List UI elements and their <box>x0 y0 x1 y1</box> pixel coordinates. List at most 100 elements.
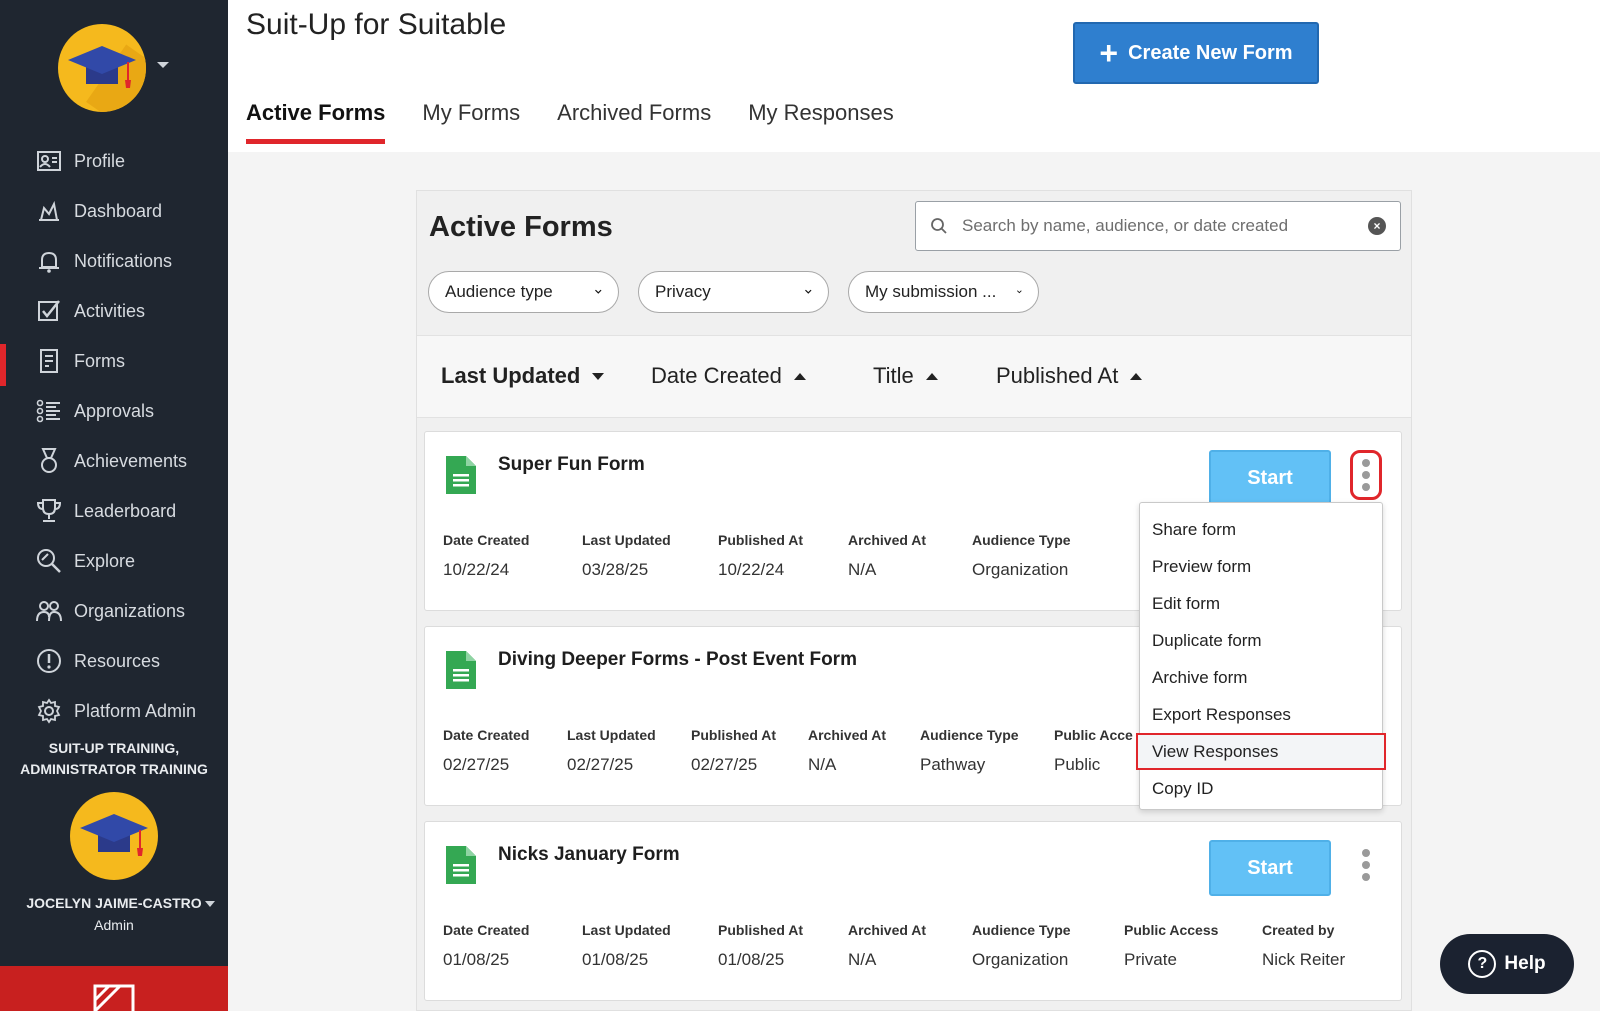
create-new-form-button[interactable]: + Create New Form <box>1073 22 1319 84</box>
user-name[interactable]: JOCELYN JAIME-CASTRO <box>0 895 228 911</box>
privacy-filter[interactable]: Privacy <box>638 271 829 313</box>
question-icon: ? <box>1468 950 1497 978</box>
meta-audience-type: Audience Type Pathway <box>920 727 1019 774</box>
my-submission-filter[interactable]: My submission ... <box>848 271 1039 313</box>
page-title: Suit-Up for Suitable <box>246 8 507 41</box>
menu-item-duplicate-form[interactable]: Duplicate form <box>1140 622 1382 659</box>
sidebar-item-label: Notifications <box>74 250 173 271</box>
sidebar-item-label: Profile <box>74 150 126 171</box>
menu-item-copy-id[interactable]: Copy ID <box>1140 770 1382 807</box>
audience-type-filter[interactable]: Audience type <box>428 271 619 313</box>
sidebar-item-label: Dashboard <box>74 200 163 221</box>
form-document-icon <box>446 846 476 884</box>
start-button[interactable]: Start <box>1209 840 1331 896</box>
menu-item-archive-form[interactable]: Archive form <box>1140 659 1382 696</box>
sidebar-item-label: Leaderboard <box>74 500 177 521</box>
sidebar-item-organizations[interactable]: Organizations <box>0 586 228 636</box>
tab-archived-forms[interactable]: Archived Forms <box>557 100 711 136</box>
search-box: × <box>915 201 1401 251</box>
brand-logo-icon <box>93 984 135 1011</box>
sidebar-item-label: Forms <box>74 350 125 371</box>
list-icon <box>36 398 62 424</box>
sort-published-at[interactable]: Published At <box>996 363 1143 389</box>
checkbox-icon <box>36 298 62 324</box>
meta-published-at: Published At 01/08/25 <box>718 922 804 969</box>
sidebar: Profile Dashboard Notifications Activiti… <box>0 0 228 1011</box>
sidebar-item-notifications[interactable]: Notifications <box>0 236 228 286</box>
info-circle-icon <box>36 648 62 674</box>
meta-created-by: Created by Nick Reiter <box>1262 922 1346 969</box>
sidebar-item-achievements[interactable]: Achievements <box>0 436 228 486</box>
chevron-down-icon <box>805 289 812 294</box>
form-title[interactable]: Diving Deeper Forms - Post Event Form <box>498 649 857 671</box>
sidebar-item-label: Approvals <box>74 400 155 421</box>
bell-icon <box>36 248 62 274</box>
meta-published-at: Published At 10/22/24 <box>718 532 804 579</box>
sort-asc-icon <box>793 372 806 380</box>
user-menu-caret-icon[interactable] <box>205 901 215 907</box>
tab-my-forms[interactable]: My Forms <box>422 100 520 136</box>
org-logo[interactable] <box>58 24 146 112</box>
organization-name: SUIT-UP TRAINING, ADMINISTRATOR TRAINING <box>20 740 208 777</box>
start-button[interactable]: Start <box>1209 450 1331 506</box>
sidebar-item-forms[interactable]: Forms <box>0 336 228 386</box>
form-tabs: Active Forms My Forms Archived Forms My … <box>246 100 931 144</box>
sidebar-item-profile[interactable]: Profile <box>0 136 228 186</box>
user-role: Admin <box>94 917 134 933</box>
meta-date-created: Date Created 02/27/25 <box>443 727 530 774</box>
sort-asc-icon <box>1130 372 1143 380</box>
menu-item-share-form[interactable]: Share form <box>1140 511 1382 548</box>
org-switcher-caret-icon[interactable] <box>157 62 169 68</box>
more-options-icon[interactable] <box>1350 840 1382 890</box>
profile-card-icon <box>36 148 62 174</box>
sort-last-updated[interactable]: Last Updated <box>441 363 605 389</box>
form-options-menu: Share form Preview form Edit form Duplic… <box>1136 502 1386 810</box>
menu-item-preview-form[interactable]: Preview form <box>1140 548 1382 585</box>
graduation-cap-icon <box>68 46 136 88</box>
sidebar-item-resources[interactable]: Resources <box>0 636 228 686</box>
search-icon <box>931 218 947 234</box>
sidebar-item-platform-admin[interactable]: Platform Admin <box>0 686 228 736</box>
search-input[interactable] <box>962 216 1368 236</box>
filter-bar: Audience type Privacy My submission ... <box>428 271 1058 313</box>
form-document-icon <box>446 456 476 494</box>
meta-last-updated: Last Updated 02/27/25 <box>567 727 656 774</box>
menu-item-view-responses[interactable]: View Responses <box>1136 733 1386 770</box>
menu-item-export-responses[interactable]: Export Responses <box>1140 696 1382 733</box>
menu-item-edit-form[interactable]: Edit form <box>1140 585 1382 622</box>
sidebar-item-label: Resources <box>74 650 161 671</box>
form-title[interactable]: Nicks January Form <box>498 844 680 866</box>
meta-date-created: Date Created 01/08/25 <box>443 922 530 969</box>
tab-active-forms[interactable]: Active Forms <box>246 100 386 144</box>
medal-icon <box>36 448 62 474</box>
sort-title[interactable]: Title <box>873 363 938 389</box>
trophy-icon <box>36 498 62 524</box>
chevron-down-icon <box>1017 290 1022 294</box>
sort-bar: Last Updated Date Created Title Publishe… <box>417 336 1411 418</box>
form-title[interactable]: Super Fun Form <box>498 454 645 476</box>
sidebar-nav: Profile Dashboard Notifications Activiti… <box>0 136 228 736</box>
sidebar-item-dashboard[interactable]: Dashboard <box>0 186 228 236</box>
gear-icon <box>36 698 62 724</box>
meta-archived-at: Archived At N/A <box>848 532 927 579</box>
page-header: Suit-Up for Suitable + Create New Form A… <box>228 0 1600 152</box>
sidebar-item-leaderboard[interactable]: Leaderboard <box>0 486 228 536</box>
meta-last-updated: Last Updated 03/28/25 <box>582 532 671 579</box>
tab-my-responses[interactable]: My Responses <box>748 100 894 136</box>
avatar[interactable] <box>70 792 158 880</box>
sidebar-item-activities[interactable]: Activities <box>0 286 228 336</box>
help-button[interactable]: ? Help <box>1440 934 1574 994</box>
panel-title: Active Forms <box>429 211 613 243</box>
meta-audience-type: Audience Type Organization <box>972 922 1071 969</box>
clear-search-icon[interactable]: × <box>1368 217 1386 235</box>
sidebar-item-approvals[interactable]: Approvals <box>0 386 228 436</box>
sort-desc-icon <box>592 372 605 380</box>
sort-asc-icon <box>925 372 938 380</box>
meta-last-updated: Last Updated 01/08/25 <box>582 922 671 969</box>
more-options-icon[interactable] <box>1350 450 1382 500</box>
sort-date-created[interactable]: Date Created <box>651 363 806 389</box>
meta-audience-type: Audience Type Organization <box>972 532 1071 579</box>
form-document-icon <box>36 348 62 374</box>
sidebar-item-explore[interactable]: Explore <box>0 536 228 586</box>
plus-icon: + <box>1099 35 1119 71</box>
